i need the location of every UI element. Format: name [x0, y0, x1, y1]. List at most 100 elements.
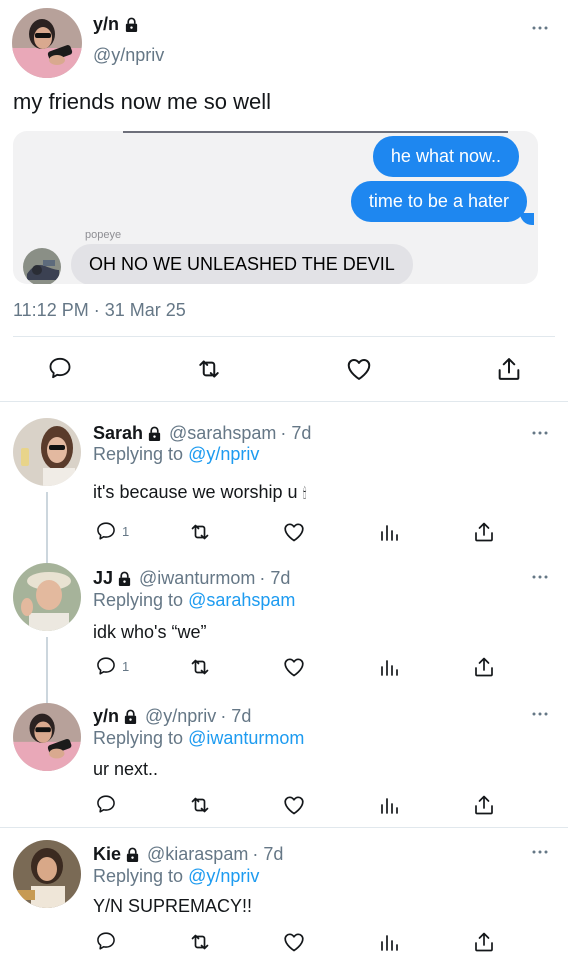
- replying-to: Replying to @iwanturmom: [93, 728, 305, 748]
- heart-icon: [282, 793, 306, 817]
- reply-age: · 7d: [280, 423, 312, 443]
- stats-icon: [377, 655, 401, 679]
- heart-icon: [345, 355, 373, 383]
- username[interactable]: @kiaraspam: [147, 844, 248, 865]
- share-icon: [472, 655, 496, 679]
- reply-button[interactable]: [95, 793, 122, 815]
- reply-button[interactable]: [47, 355, 73, 381]
- reply-header: Kie @kiaraspam · 7d: [93, 844, 283, 865]
- reply-actions: 1: [0, 655, 568, 685]
- mention-link[interactable]: @y/npriv: [188, 866, 259, 886]
- retweet-button[interactable]: [195, 355, 223, 383]
- more-options-icon[interactable]: [531, 25, 549, 31]
- more-options-icon[interactable]: [531, 849, 549, 855]
- username[interactable]: @iwanturmom: [139, 568, 255, 589]
- reply-button[interactable]: [95, 930, 122, 952]
- views-button[interactable]: [377, 793, 401, 817]
- main-tweet: y/n @y/npriv my friends now me so well h…: [0, 0, 568, 402]
- reply-tweet: Sarah @sarahspam · 7d Replying to @y/npr…: [0, 402, 568, 547]
- reply-age: · 7d: [259, 568, 291, 588]
- mention-link[interactable]: @iwanturmom: [188, 728, 304, 748]
- avatar[interactable]: [13, 840, 81, 908]
- reply-icon: [95, 655, 117, 677]
- lock-icon: [125, 847, 140, 862]
- mention-link[interactable]: @sarahspam: [188, 590, 295, 610]
- reply-header: Sarah @sarahspam · 7d: [93, 423, 311, 444]
- retweet-button[interactable]: [188, 930, 212, 954]
- username[interactable]: @y/npriv: [93, 45, 164, 66]
- display-name[interactable]: Sarah: [93, 423, 143, 444]
- replying-to: Replying to @sarahspam: [93, 590, 296, 610]
- reply-button[interactable]: 1: [95, 520, 129, 542]
- like-button[interactable]: [282, 930, 306, 954]
- reply-text: it's because we worship u 🕯: [93, 482, 307, 502]
- username[interactable]: @sarahspam: [169, 423, 276, 444]
- views-button[interactable]: [377, 520, 401, 544]
- retweet-icon: [195, 355, 223, 383]
- candle-emoji: 🕯: [302, 485, 307, 501]
- reply-header: JJ @iwanturmom · 7d: [93, 568, 290, 589]
- retweet-icon: [188, 655, 212, 679]
- username[interactable]: @y/npriv: [145, 706, 216, 727]
- reply-text: Y/N SUPREMACY!!: [93, 896, 253, 916]
- stats-icon: [377, 793, 401, 817]
- stats-icon: [377, 930, 401, 954]
- display-name[interactable]: Kie: [93, 844, 121, 865]
- share-icon: [472, 930, 496, 954]
- display-name[interactable]: JJ: [93, 568, 113, 589]
- share-button[interactable]: [472, 520, 496, 544]
- replying-to: Replying to @y/npriv: [93, 866, 260, 886]
- avatar[interactable]: [13, 563, 81, 631]
- stats-icon: [377, 520, 401, 544]
- share-icon: [472, 793, 496, 817]
- share-icon: [472, 520, 496, 544]
- replying-to: Replying to @y/npriv: [93, 444, 260, 464]
- avatar[interactable]: [12, 8, 82, 78]
- screenshot-top-edge: [123, 131, 508, 133]
- heart-icon: [282, 930, 306, 954]
- tweet-timestamp[interactable]: 11:12 PM · 31 Mar 25: [13, 300, 186, 321]
- avatar[interactable]: [13, 418, 81, 486]
- share-button[interactable]: [472, 655, 496, 679]
- like-button[interactable]: [282, 793, 306, 817]
- lock-icon: [124, 17, 139, 32]
- reply-header: y/n @y/npriv · 7d: [93, 706, 251, 727]
- reply-button[interactable]: 1: [95, 655, 129, 677]
- reply-age: · 7d: [220, 706, 252, 726]
- reply-tweet: Kie @kiaraspam · 7d Replying to @y/npriv…: [0, 828, 568, 960]
- display-name[interactable]: y/n: [93, 14, 139, 35]
- tweet-actions: [0, 355, 568, 385]
- views-button[interactable]: [377, 655, 401, 679]
- sender-avatar: [23, 248, 61, 284]
- mention-link[interactable]: @y/npriv: [188, 444, 259, 464]
- share-icon: [495, 355, 523, 383]
- reply-actions: 1: [0, 520, 568, 550]
- reply-text: idk who's “we”: [93, 622, 207, 642]
- reply-tweet: JJ @iwanturmom · 7d Replying to @sarahsp…: [0, 547, 568, 687]
- share-button[interactable]: [472, 793, 496, 817]
- more-options-icon[interactable]: [531, 711, 549, 717]
- retweet-button[interactable]: [188, 655, 212, 679]
- like-button[interactable]: [282, 520, 306, 544]
- lock-icon: [117, 571, 132, 586]
- reply-icon: [95, 930, 117, 952]
- bubble-tail: [520, 213, 534, 225]
- reply-tweet: y/n @y/npriv · 7d Replying to @iwanturmo…: [0, 687, 568, 827]
- like-button[interactable]: [345, 355, 373, 383]
- display-name[interactable]: y/n: [93, 706, 119, 727]
- retweet-icon: [188, 930, 212, 954]
- sender-label: popeye: [85, 229, 122, 241]
- share-button[interactable]: [472, 930, 496, 954]
- attached-screenshot[interactable]: he what now.. time to be a hater popeye …: [13, 131, 538, 284]
- retweet-icon: [188, 520, 212, 544]
- retweet-button[interactable]: [188, 520, 212, 544]
- avatar[interactable]: [13, 703, 81, 771]
- reply-icon: [95, 793, 117, 815]
- like-button[interactable]: [282, 655, 306, 679]
- divider: [13, 336, 555, 337]
- share-button[interactable]: [495, 355, 523, 383]
- views-button[interactable]: [377, 930, 401, 954]
- more-options-icon[interactable]: [531, 574, 549, 580]
- retweet-button[interactable]: [188, 793, 212, 817]
- more-options-icon[interactable]: [531, 430, 549, 436]
